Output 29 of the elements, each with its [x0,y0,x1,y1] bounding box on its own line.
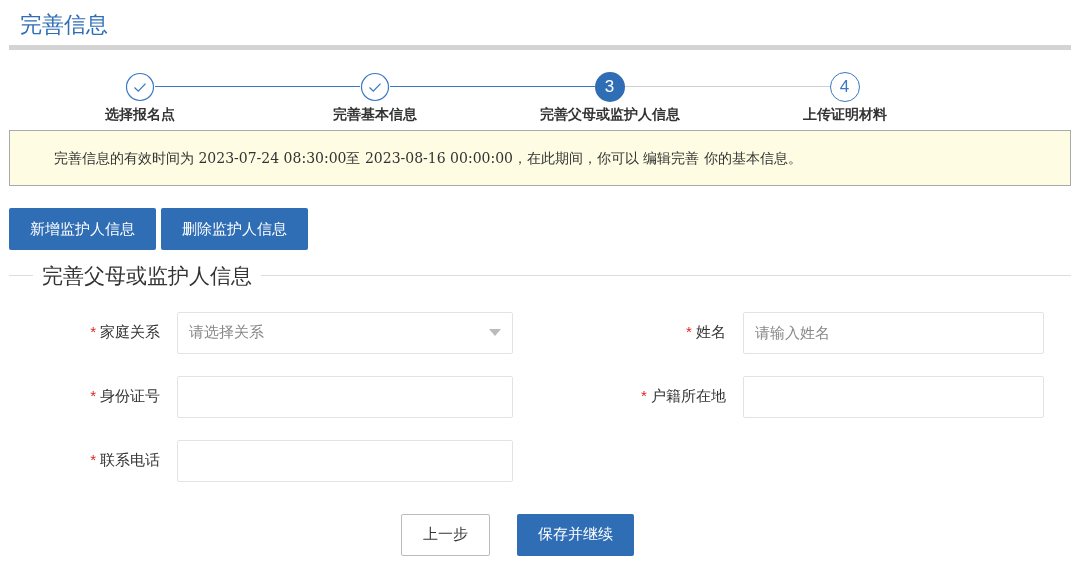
input-field[interactable]: 请输入姓名 [742,311,1044,354]
section-title: 完善父母或监护人信息 [41,263,253,289]
required-mark: * [90,386,96,407]
step-number: 3 [594,72,625,102]
action-button[interactable]: 新增监护人信息 [9,208,156,250]
input-field[interactable] [742,375,1044,418]
field-label: 身份证号 [100,386,160,407]
save-button[interactable]: 保存并继续 [517,513,634,556]
required-mark: * [685,322,692,343]
field-label: 姓名 [695,322,726,343]
step-label: 完善父母或监护人信息 [539,105,680,124]
step-label: 选择报名点 [104,105,175,124]
input-field[interactable] [177,375,513,418]
caret-icon [489,329,501,336]
step-number: 4 [829,72,860,102]
field-label: 联系电话 [100,450,160,471]
required-mark: * [90,450,96,471]
action-button[interactable]: 删除监护人信息 [161,208,308,250]
page-title: 完善信息 [20,12,108,37]
back-button[interactable]: 上一步 [401,513,490,556]
input-field[interactable] [177,439,513,482]
field-label: 家庭关系 [100,322,160,343]
step-label: 完善基本信息 [332,105,417,124]
required-mark: * [640,386,647,407]
required-mark: * [90,322,96,343]
select-field[interactable]: 请选择关系 [177,311,513,354]
step-label: 上传证明材料 [802,105,887,124]
notice-text: 完善信息的有效时间为 2023-07-24 08:30:00至 2023-08-16 00:00:00，在此期间，你可以 编辑完善 你的基本信息。 [54,148,802,168]
field-label: 户籍所在地 [650,386,726,407]
